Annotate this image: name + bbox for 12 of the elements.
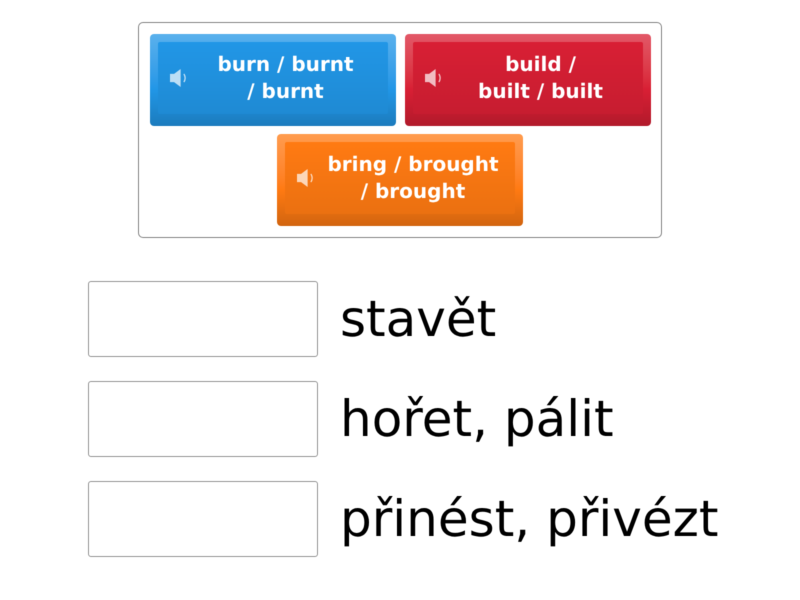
- word-tile[interactable]: build / built / built: [404, 34, 650, 126]
- definition-text: stavět: [340, 289, 496, 350]
- speaker-icon: [170, 68, 188, 88]
- answer-box[interactable]: [88, 481, 318, 557]
- speaker-icon: [424, 68, 442, 88]
- word-tile[interactable]: bring / brought / brought: [277, 134, 523, 226]
- answer-box[interactable]: [88, 281, 318, 357]
- definition-text: přinést, přivézt: [340, 489, 718, 550]
- definition-text: hořet, pálit: [340, 389, 614, 450]
- word-tile[interactable]: burn / burnt / burnt: [150, 34, 396, 126]
- speaker-icon: [297, 168, 315, 188]
- answer-box[interactable]: [88, 381, 318, 457]
